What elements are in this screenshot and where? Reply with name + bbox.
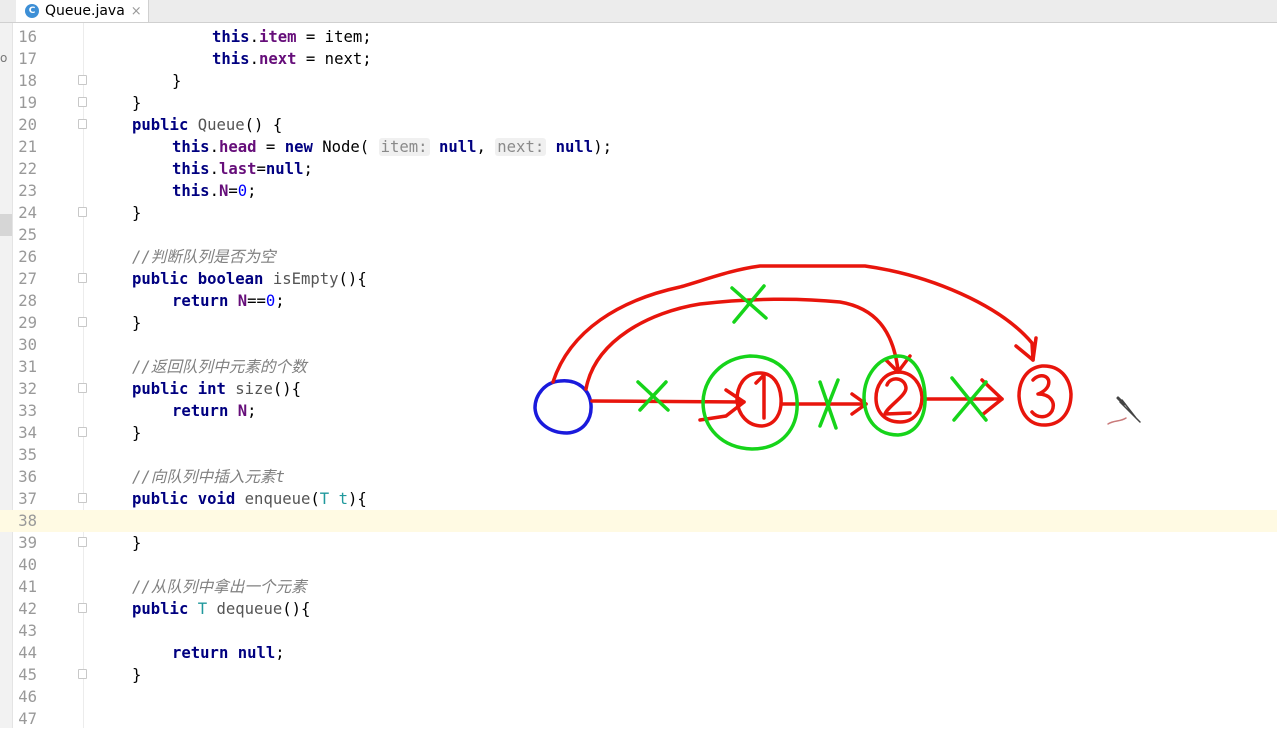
node-1-digit [754, 373, 766, 420]
pen-cursor-icon [1107, 396, 1141, 425]
arc-to-node-3-arrowhead [1014, 336, 1038, 362]
arrow-head-to-node-1 [590, 399, 746, 404]
cross-mark-arc-2 [730, 284, 768, 324]
head-node-circle [533, 379, 593, 435]
hand-drawn-annotation [533, 264, 1141, 451]
node-3-digit [1030, 374, 1055, 419]
arc-to-node-3 [551, 264, 1035, 384]
node-2-digit [883, 377, 912, 416]
cross-mark-head-arrow [636, 380, 670, 412]
